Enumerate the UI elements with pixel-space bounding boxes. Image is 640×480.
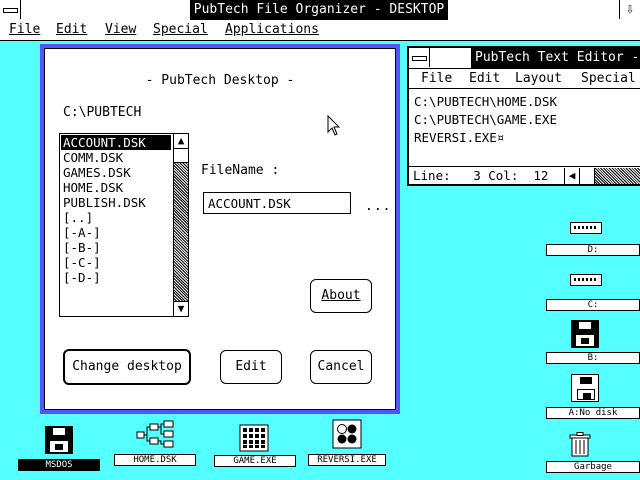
menu-view[interactable]: View xyxy=(105,22,136,37)
current-path: C:\PUBTECH xyxy=(63,105,142,120)
scroll-left-icon[interactable]: ◀ xyxy=(565,168,580,184)
editor-frame: PubTech Text Editor - File Edit Layout S… xyxy=(409,48,640,184)
scroll-thumb[interactable] xyxy=(174,149,188,163)
edit-button[interactable]: Edit xyxy=(220,350,282,384)
list-item[interactable]: [-A-] xyxy=(61,225,171,240)
game-exe-icon[interactable]: GAME.EXE xyxy=(214,422,296,470)
menu-special-label: Special xyxy=(153,22,208,37)
editor-title: PubTech Text Editor - xyxy=(471,48,640,68)
editor-system-menu-icon[interactable] xyxy=(409,48,430,67)
editor-status-bar: Line: 3 Col: 12 ◀ xyxy=(409,166,640,185)
msdos-label: MSDOS xyxy=(18,459,100,471)
system-menu-icon[interactable] xyxy=(0,0,21,19)
drive-a-label: A:No disk xyxy=(546,407,640,419)
change-desktop-button[interactable]: Change desktop xyxy=(63,349,191,385)
menu-edit-label: Edit xyxy=(56,22,88,37)
editor-menu-layout[interactable]: Layout xyxy=(515,71,562,86)
editor-line[interactable]: C:\PUBTECH\HOME.DSK xyxy=(414,94,557,109)
file-list-rows: ACCOUNT.DSK COMM.DSK GAMES.DSK HOME.DSK … xyxy=(61,135,171,285)
about-button[interactable]: About xyxy=(310,279,372,313)
game-exe-label: GAME.EXE xyxy=(214,455,296,467)
list-item[interactable]: ACCOUNT.DSK xyxy=(61,135,171,150)
list-item[interactable]: [..] xyxy=(61,210,171,225)
editor-menu-special[interactable]: Special xyxy=(581,71,636,86)
reversi-exe-icon[interactable]: REVERSI.EXE xyxy=(308,418,386,466)
drive-a-icon[interactable]: A:No disk xyxy=(546,372,640,419)
cancel-label: Cancel xyxy=(317,359,365,374)
reversi-board-icon xyxy=(332,419,362,449)
list-item[interactable]: [-D-] xyxy=(61,270,171,285)
change-desktop-label: Change desktop xyxy=(72,359,182,374)
garbage-icon[interactable]: Garbage xyxy=(546,430,640,476)
editor-menu-bar: File Edit Layout Special xyxy=(409,68,640,89)
drive-d-icon[interactable]: D: xyxy=(546,218,640,258)
dialog-body: - PubTech Desktop - C:\PUBTECH ACCOUNT.D… xyxy=(44,48,396,410)
mouse-pointer-icon xyxy=(327,115,341,136)
menu-file-label: File xyxy=(9,22,41,37)
calculator-icon xyxy=(239,424,269,452)
minimize-icon[interactable]: ⇩ xyxy=(619,0,640,19)
menu-special[interactable]: Special xyxy=(153,22,208,37)
editor-title-bar: PubTech Text Editor - xyxy=(409,48,640,69)
scroll-down-icon[interactable]: ▼ xyxy=(174,301,188,316)
list-scrollbar[interactable]: ▲ ▼ xyxy=(173,134,188,316)
drive-b-label: B: xyxy=(546,352,640,364)
browse-button[interactable]: ... xyxy=(365,199,391,214)
menu-bar: File Edit View Special Applications xyxy=(0,20,640,41)
dialog-title: - PubTech Desktop - xyxy=(145,73,295,88)
menu-file[interactable]: File xyxy=(9,22,40,37)
list-item[interactable]: PUBLISH.DSK xyxy=(61,195,171,210)
editor-menu-file[interactable]: File xyxy=(421,71,452,86)
scroll-up-icon[interactable]: ▲ xyxy=(174,134,188,149)
edit-label: Edit xyxy=(235,359,267,374)
filename-input[interactable]: ACCOUNT.DSK xyxy=(203,192,351,214)
menu-edit[interactable]: Edit xyxy=(56,22,87,37)
network-icon xyxy=(136,420,174,448)
drive-d-label: D: xyxy=(546,244,640,256)
cancel-button[interactable]: Cancel xyxy=(310,350,372,384)
about-label: About xyxy=(321,288,361,303)
menu-applications[interactable]: Applications xyxy=(225,22,319,37)
hard-drive-icon xyxy=(570,274,602,286)
filename-label: FileName : xyxy=(201,163,280,178)
drive-c-icon[interactable]: C: xyxy=(546,272,640,312)
hard-drive-icon xyxy=(570,222,602,234)
list-item[interactable]: COMM.DSK xyxy=(61,150,171,165)
home-dsk-label: HOME.DSK xyxy=(114,454,196,466)
file-listbox[interactable]: ACCOUNT.DSK COMM.DSK GAMES.DSK HOME.DSK … xyxy=(59,133,189,317)
reversi-exe-label: REVERSI.EXE xyxy=(308,454,386,466)
editor-line[interactable]: REVERSI.EXE¤ xyxy=(414,130,504,145)
cursor-position: Line: 3 Col: 12 xyxy=(413,168,549,183)
main-title-bar: PubTech File Organizer - DESKTOP ⇩ xyxy=(0,0,640,21)
hscroll-thumb[interactable] xyxy=(580,168,595,184)
drive-c-label: C: xyxy=(546,299,640,311)
floppy-disk-icon xyxy=(571,374,599,402)
desktop-dialog: - PubTech Desktop - C:\PUBTECH ACCOUNT.D… xyxy=(40,44,400,414)
floppy-disk-icon xyxy=(571,320,599,348)
floppy-disk-icon xyxy=(45,426,73,454)
menu-applications-label: Applications xyxy=(225,22,319,37)
list-item[interactable]: GAMES.DSK xyxy=(61,165,171,180)
list-item[interactable]: [-C-] xyxy=(61,255,171,270)
drive-b-icon[interactable]: B: xyxy=(546,318,640,364)
garbage-label: Garbage xyxy=(546,461,640,473)
editor-hscrollbar[interactable]: ◀ xyxy=(564,168,640,184)
list-item[interactable]: HOME.DSK xyxy=(61,180,171,195)
msdos-icon[interactable]: MSDOS xyxy=(18,424,100,472)
list-item[interactable]: [-B-] xyxy=(61,240,171,255)
home-dsk-icon[interactable]: HOME.DSK xyxy=(114,418,196,466)
text-editor-window: PubTech Text Editor - File Edit Layout S… xyxy=(407,46,640,186)
menu-view-label: View xyxy=(105,22,137,37)
editor-line[interactable]: C:\PUBTECH\GAME.EXE xyxy=(414,112,557,127)
editor-menu-edit[interactable]: Edit xyxy=(469,71,500,86)
window-title: PubTech File Organizer - DESKTOP xyxy=(190,0,448,20)
trash-can-icon xyxy=(569,432,591,457)
